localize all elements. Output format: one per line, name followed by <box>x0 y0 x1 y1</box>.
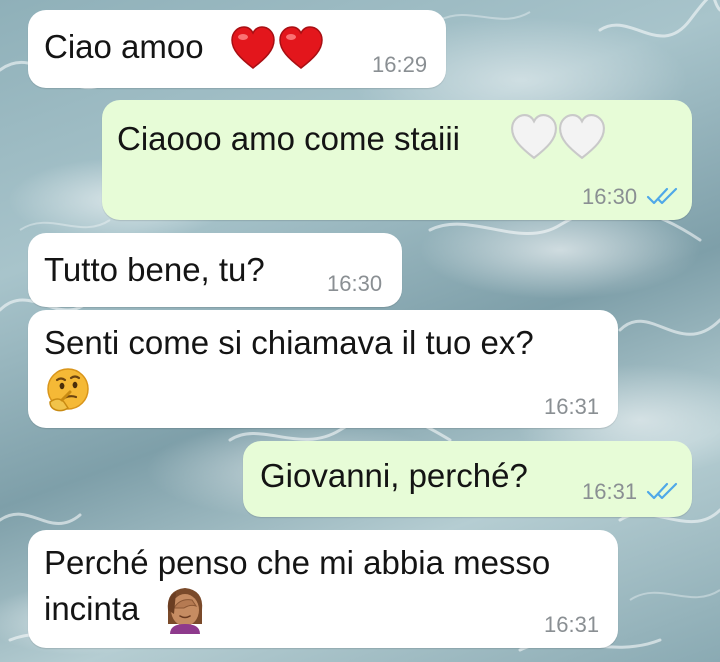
message-timestamp: 16:29 <box>372 52 428 77</box>
read-receipt-double-check-icon <box>646 482 678 500</box>
message-text-line-2: incinta <box>44 590 140 627</box>
white-heart-emoji-icon <box>510 114 558 165</box>
incoming-message-bubble[interactable]: Ciao amoo 16:29 <box>28 10 446 88</box>
message-timestamp: 16:30 <box>327 271 383 296</box>
message-timestamp: 16:31 <box>544 612 600 637</box>
white-heart-emoji-icon <box>558 114 606 165</box>
message-text: Giovanni, perché? <box>260 457 528 494</box>
incoming-message-bubble[interactable]: Tutto bene, tu? 16:30 <box>28 233 402 307</box>
red-heart-emoji-icon <box>230 26 276 75</box>
read-receipt-double-check-icon <box>646 187 678 205</box>
thinking-face-emoji-icon <box>44 366 92 419</box>
message-text: Ciaooo amo come staiii <box>117 120 460 157</box>
message-text-line-1: Perché penso che mi abbia messo <box>44 544 551 581</box>
message-text: Ciao amoo <box>44 28 204 65</box>
woman-facepalming-emoji-icon <box>160 584 210 641</box>
message-timestamp: 16:30 <box>582 184 638 209</box>
message-text: Senti come si chiamava il tuo ex? <box>44 324 534 361</box>
outgoing-message-bubble[interactable]: Ciaooo amo come staiii 16:30 <box>102 100 692 220</box>
message-timestamp: 16:31 <box>544 394 600 419</box>
incoming-message-bubble[interactable]: Senti come si chiamava il tuo ex? 16:31 <box>28 310 618 428</box>
incoming-message-bubble[interactable]: Perché penso che mi abbia messo incinta … <box>28 530 618 648</box>
message-text: Tutto bene, tu? <box>44 251 265 288</box>
message-timestamp: 16:31 <box>582 479 638 504</box>
outgoing-message-bubble[interactable]: Giovanni, perché? 16:31 <box>243 441 692 517</box>
red-heart-emoji-icon <box>278 26 324 75</box>
